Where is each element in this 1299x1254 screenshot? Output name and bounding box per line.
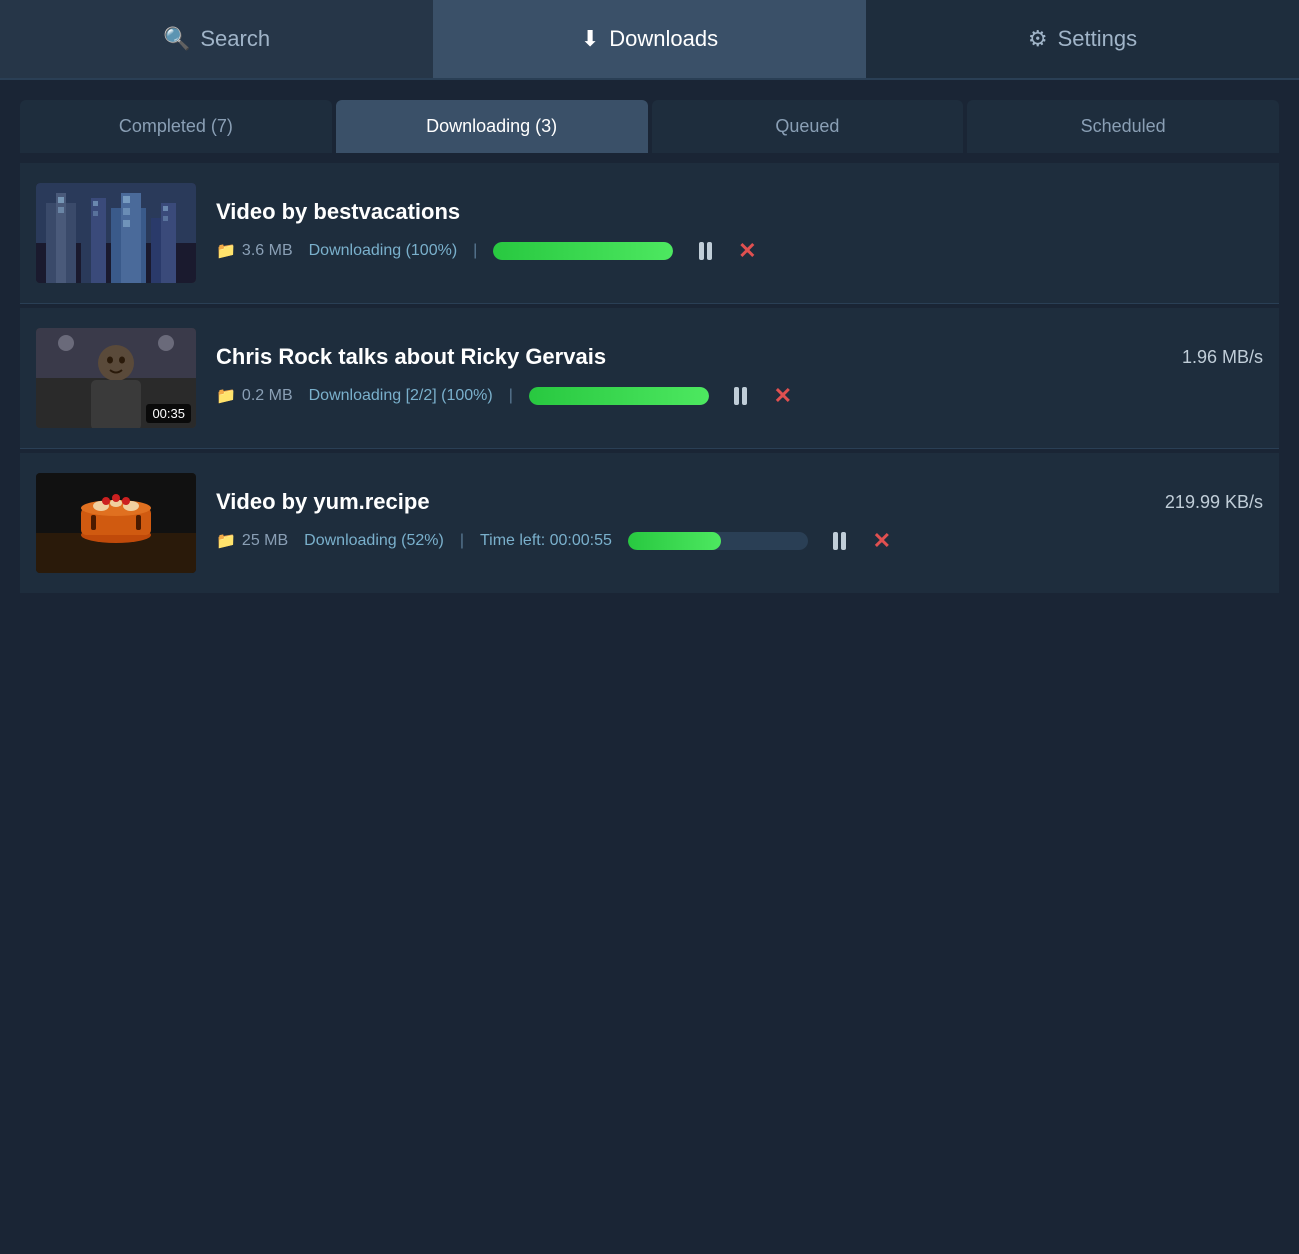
nav-search-label: Search [200, 26, 270, 52]
download-info-yumrecipe: Video by yum.recipe 219.99 KB/s 📁 25 MB … [216, 489, 1263, 557]
progress-bar-bg-chrisrock [529, 387, 709, 405]
cancel-button-yumrecipe[interactable]: ✕ [866, 525, 898, 557]
download-info-chrisrock: Chris Rock talks about Ricky Gervais 1.9… [216, 344, 1263, 412]
download-item-yumrecipe: Video by yum.recipe 219.99 KB/s 📁 25 MB … [20, 453, 1279, 593]
separator-2: | [509, 387, 513, 405]
nav-downloads[interactable]: ⬇ Downloads [433, 0, 866, 78]
folder-icon-2: 📁 [216, 386, 236, 406]
gear-icon: ⚙ [1028, 26, 1048, 52]
thumbnail-yumrecipe [36, 473, 196, 573]
download-list: Video by bestvacations 📁 3.6 MB Download… [0, 153, 1299, 607]
download-meta-yumrecipe: 📁 25 MB Downloading (52%) | Time left: 0… [216, 525, 1263, 557]
folder-icon: 📁 [216, 241, 236, 261]
cancel-button-bestvacations[interactable]: ✕ [731, 235, 763, 267]
download-speed-chrisrock: 1.96 MB/s [1182, 347, 1263, 368]
controls-chrisrock: ✕ [725, 380, 799, 412]
progress-fill-chrisrock [529, 387, 709, 405]
download-item-bestvacations: Video by bestvacations 📁 3.6 MB Download… [20, 163, 1279, 304]
pause-button-yumrecipe[interactable] [824, 525, 856, 557]
search-icon: 🔍 [163, 26, 190, 52]
tab-downloading[interactable]: Downloading (3) [336, 100, 648, 153]
download-info-bestvacations: Video by bestvacations 📁 3.6 MB Download… [216, 199, 1263, 267]
duration-badge-chrisrock: 00:35 [146, 404, 191, 423]
tab-scheduled[interactable]: Scheduled [967, 100, 1279, 153]
download-icon: ⬇ [581, 26, 599, 52]
status-bestvacations: Downloading (100%) [309, 242, 458, 260]
download-meta-chrisrock: 📁 0.2 MB Downloading [2/2] (100%) | ✕ [216, 380, 1263, 412]
progress-bar-bg-yumrecipe [628, 532, 808, 550]
nav-search[interactable]: 🔍 Search [0, 0, 433, 78]
time-left-yumrecipe: Time left: 00:00:55 [480, 532, 612, 550]
nav-settings-label: Settings [1058, 26, 1138, 52]
download-title-bestvacations: Video by bestvacations [216, 199, 460, 225]
status-chrisrock: Downloading [2/2] (100%) [309, 387, 493, 405]
tab-completed[interactable]: Completed (7) [20, 100, 332, 153]
tab-bar: Completed (7) Downloading (3) Queued Sch… [0, 80, 1299, 153]
separator: | [473, 242, 477, 260]
thumbnail-chrisrock: 00:35 [36, 328, 196, 428]
pause-icon-3 [833, 532, 846, 550]
download-speed-yumrecipe: 219.99 KB/s [1165, 492, 1263, 513]
download-title-yumrecipe: Video by yum.recipe [216, 489, 430, 515]
status-yumrecipe: Downloading (52%) [304, 532, 444, 550]
separator-3: | [460, 532, 464, 550]
file-size-bestvacations: 📁 3.6 MB [216, 241, 293, 261]
progress-bar-bg-bestvacations [493, 242, 673, 260]
nav-settings[interactable]: ⚙ Settings [866, 0, 1299, 78]
pause-icon-2 [734, 387, 747, 405]
pause-button-bestvacations[interactable] [689, 235, 721, 267]
pause-button-chrisrock[interactable] [725, 380, 757, 412]
progress-fill-yumrecipe [628, 532, 722, 550]
pause-icon [699, 242, 712, 260]
tab-queued[interactable]: Queued [652, 100, 964, 153]
download-item-chrisrock: 00:35 Chris Rock talks about Ricky Gerva… [20, 308, 1279, 449]
cancel-button-chrisrock[interactable]: ✕ [767, 380, 799, 412]
download-title-chrisrock: Chris Rock talks about Ricky Gervais [216, 344, 606, 370]
folder-icon-3: 📁 [216, 531, 236, 551]
controls-bestvacations: ✕ [689, 235, 763, 267]
download-meta-bestvacations: 📁 3.6 MB Downloading (100%) | ✕ [216, 235, 1263, 267]
top-navigation: 🔍 Search ⬇ Downloads ⚙ Settings [0, 0, 1299, 80]
controls-yumrecipe: ✕ [824, 525, 898, 557]
file-size-chrisrock: 📁 0.2 MB [216, 386, 293, 406]
thumbnail-bestvacations [36, 183, 196, 283]
file-size-yumrecipe: 📁 25 MB [216, 531, 288, 551]
progress-fill-bestvacations [493, 242, 673, 260]
nav-downloads-label: Downloads [609, 26, 718, 52]
